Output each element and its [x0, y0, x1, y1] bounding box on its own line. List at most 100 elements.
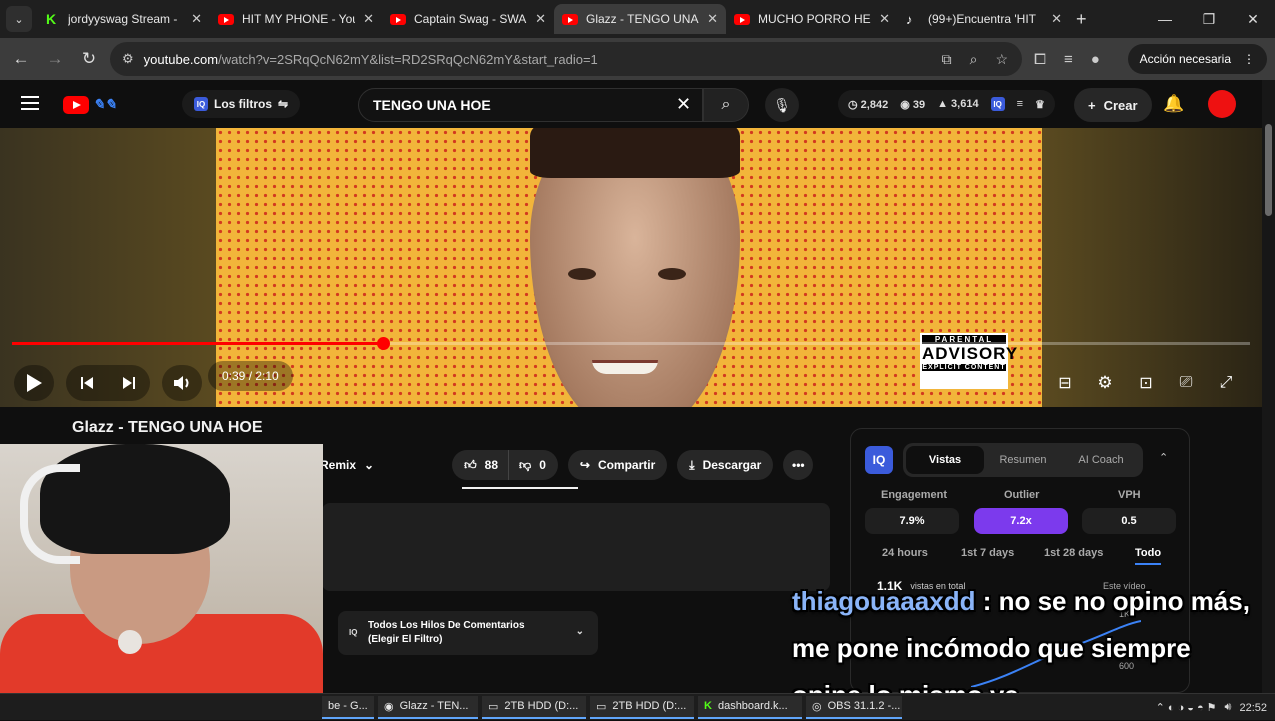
bookmark-star-icon[interactable]: ☆: [995, 51, 1008, 68]
create-button[interactable]: + Crear: [1074, 88, 1152, 122]
cast-icon[interactable]: ⎚: [1173, 365, 1199, 401]
more-actions-button[interactable]: •••: [783, 450, 814, 480]
reload-icon[interactable]: ↻: [72, 49, 106, 69]
youtube-icon: [390, 13, 406, 25]
search-value: TENGO UNA HOE: [373, 97, 491, 113]
chevron-down-icon: ⌄: [575, 626, 584, 637]
next-icon[interactable]: [121, 375, 137, 391]
browser-tab-active[interactable]: Glazz - TENGO UNA ✕: [554, 4, 726, 34]
taskbar-item[interactable]: ▭ 2TB HDD (D:...: [590, 695, 694, 719]
filters-button[interactable]: IQ Los filtros ⇋: [182, 90, 301, 118]
comment-filter-dropdown[interactable]: IQ Todos Los Hilos De Comentarios (Elegi…: [338, 611, 598, 655]
metric-label: Engagement: [881, 489, 948, 501]
play-button[interactable]: [14, 365, 54, 401]
progress-fill: [12, 342, 384, 345]
tray-icons[interactable]: ⌃ ◐ ◑ ◒ ◓ ⚑: [1156, 701, 1217, 714]
range-tab[interactable]: 1st 7 days: [961, 547, 1014, 559]
restore-icon[interactable]: ❐: [1187, 0, 1231, 38]
avatar[interactable]: [1208, 90, 1236, 118]
clear-search-icon[interactable]: ✕: [676, 94, 691, 115]
site-info-icon[interactable]: ⚙: [122, 51, 134, 67]
share-button[interactable]: ↪ Compartir: [567, 450, 668, 480]
browser-tab[interactable]: Captain Swag - SWA ✕: [382, 4, 554, 34]
chevron-down-icon: ⌄: [364, 458, 375, 472]
browser-tab[interactable]: ♪ (99+)Encuentra 'HIT ✕: [898, 4, 1070, 34]
plus-icon: +: [1088, 97, 1096, 113]
chevron-up-icon[interactable]: ⌃: [1159, 451, 1168, 464]
chrome-icon: ◉: [384, 700, 394, 713]
range-tab[interactable]: 1st 28 days: [1044, 547, 1103, 559]
search-button[interactable]: ⌕: [703, 88, 749, 122]
profile-icon[interactable]: ●: [1091, 51, 1100, 68]
forward-icon[interactable]: →: [38, 49, 72, 69]
close-tab-icon[interactable]: ✕: [191, 11, 202, 27]
range-tab[interactable]: Todo: [1135, 547, 1161, 559]
trophy-icon[interactable]: ♛: [1035, 98, 1045, 111]
browser-tab[interactable]: K jordyyswag Stream - ✕: [38, 4, 210, 34]
taskbar-item[interactable]: Kdashboard.k...: [698, 695, 802, 719]
volume-tray-icon[interactable]: 🔊︎: [1225, 701, 1232, 714]
action-required-button[interactable]: Acción necesaria ⋮: [1127, 44, 1267, 74]
page-scrollbar[interactable]: [1262, 80, 1275, 693]
tab-title: Captain Swag - SWA: [414, 12, 527, 26]
youtube-icon: [562, 13, 578, 25]
play-icon: [27, 374, 42, 392]
close-tab-icon[interactable]: ✕: [707, 11, 718, 27]
progress-bar[interactable]: [12, 337, 1250, 350]
iq-icon[interactable]: IQ: [990, 97, 1005, 111]
browser-tab[interactable]: MUCHO PORRO HEY ✕: [726, 4, 898, 34]
miniplayer-icon[interactable]: ⊡: [1133, 365, 1159, 401]
tab-title: MUCHO PORRO HEY: [758, 12, 872, 26]
close-tab-icon[interactable]: ✕: [1051, 11, 1062, 27]
subtitles-icon[interactable]: ⊟: [1052, 365, 1078, 401]
search-icon: ⌕: [721, 96, 731, 113]
scrollbar-thumb[interactable]: [1265, 124, 1272, 216]
back-icon[interactable]: ←: [4, 49, 38, 69]
tab-resumen[interactable]: Resumen: [984, 446, 1062, 474]
new-tab-icon[interactable]: +: [1076, 9, 1087, 30]
extensions-icon[interactable]: ⧠: [1034, 51, 1046, 68]
taskbar-item[interactable]: ◎ OBS 31.1.2 -...: [806, 695, 902, 719]
description-box[interactable]: [322, 503, 830, 591]
media-control-icon[interactable]: ≡: [1064, 51, 1073, 68]
metric-value: 7.2x: [974, 508, 1068, 534]
like-button[interactable]: 👍︎ 88: [452, 450, 508, 480]
tab-search-button[interactable]: ⌄: [6, 6, 32, 32]
like-count: 88: [484, 458, 498, 472]
remix-button[interactable]: Remix ⌄: [320, 450, 386, 480]
headset-icon: [20, 464, 80, 564]
browser-tab[interactable]: HIT MY PHONE - You ✕: [210, 4, 382, 34]
webcam-overlay: [0, 444, 323, 694]
voice-search-button[interactable]: 🎙: [765, 88, 799, 122]
youtube-logo-icon[interactable]: [63, 96, 89, 114]
notifications-icon[interactable]: 🔔: [1163, 94, 1184, 114]
taskbar-item[interactable]: be - G...: [322, 695, 374, 719]
search-input[interactable]: TENGO UNA HOE: [358, 88, 703, 122]
metric-label: VPH: [1118, 489, 1141, 501]
close-tab-icon[interactable]: ✕: [363, 11, 374, 27]
video-mouth: [592, 360, 658, 374]
taskbar-item[interactable]: ◉ Glazz - TEN...: [378, 695, 478, 719]
tab-vistas[interactable]: Vistas: [906, 446, 984, 474]
taskbar-item[interactable]: ▭ 2TB HDD (D:...: [482, 695, 586, 719]
menu-icon[interactable]: [21, 96, 39, 110]
close-tab-icon[interactable]: ✕: [535, 11, 546, 27]
video-player[interactable]: PARENTAL ADVISORY EXPLICIT CONTENT 0:39 …: [0, 128, 1262, 407]
tab-ai-coach[interactable]: AI Coach: [1062, 446, 1140, 474]
previous-icon[interactable]: [79, 375, 95, 391]
stat-eye: ◉ 39: [900, 98, 926, 111]
clock[interactable]: 22:52: [1239, 702, 1267, 714]
close-tab-icon[interactable]: ✕: [879, 11, 890, 27]
dislike-button[interactable]: 👎︎ 0: [508, 450, 558, 480]
url-field[interactable]: ⚙ youtube.com/watch?v=2SRqQcN62mY&list=R…: [110, 42, 1022, 76]
close-window-icon[interactable]: ✕: [1231, 0, 1275, 38]
zoom-icon[interactable]: ⌕: [970, 51, 978, 68]
install-app-icon[interactable]: ⧉: [942, 51, 952, 68]
list-icon[interactable]: ≡: [1017, 98, 1023, 110]
minimize-icon[interactable]: —: [1143, 0, 1187, 38]
volume-button[interactable]: [162, 365, 202, 401]
settings-icon[interactable]: ⚙: [1092, 365, 1118, 401]
range-tab[interactable]: 24 hours: [882, 547, 928, 559]
download-button[interactable]: ⤓ Descargar: [677, 450, 774, 480]
fullscreen-icon[interactable]: ⤢: [1213, 365, 1239, 401]
